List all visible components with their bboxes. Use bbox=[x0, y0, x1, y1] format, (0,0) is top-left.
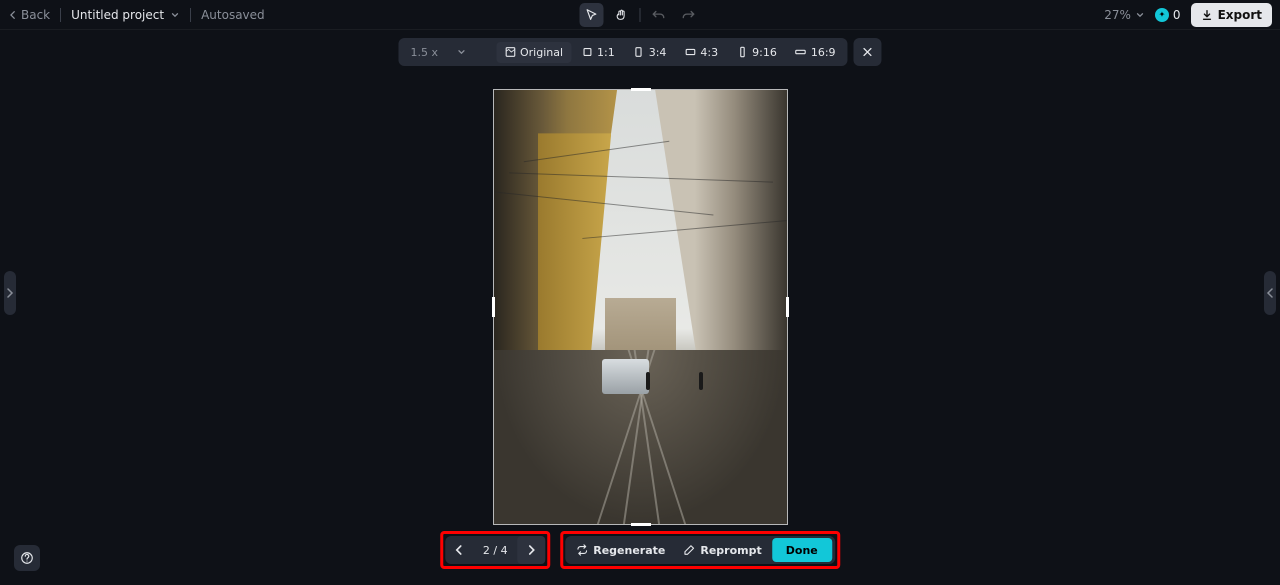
aspect-1-1[interactable]: 1:1 bbox=[573, 42, 623, 63]
chevron-left-icon bbox=[453, 544, 465, 556]
reprompt-icon bbox=[683, 544, 695, 556]
highlight-actions: Regenerate Reprompt Done bbox=[560, 531, 840, 569]
regenerate-icon bbox=[576, 544, 588, 556]
chevron-left-icon bbox=[1266, 288, 1274, 298]
resize-handle-bottom[interactable] bbox=[631, 523, 651, 526]
undo-button[interactable] bbox=[647, 3, 671, 27]
back-button[interactable]: Back bbox=[8, 8, 50, 22]
variation-pager: 2 / 4 bbox=[445, 536, 545, 564]
portrait-icon bbox=[633, 46, 645, 58]
divider bbox=[60, 8, 61, 22]
export-button[interactable]: Export bbox=[1191, 3, 1272, 27]
aspect-label: 16:9 bbox=[811, 46, 836, 59]
hand-icon bbox=[615, 8, 629, 22]
aspect-original[interactable]: Original bbox=[496, 42, 571, 63]
top-bar-left: Back Untitled project Autosaved bbox=[8, 8, 265, 22]
aspect-label: 1:1 bbox=[597, 46, 615, 59]
expand-right-panel[interactable] bbox=[1264, 271, 1276, 315]
landscape-icon bbox=[684, 46, 696, 58]
help-button[interactable] bbox=[14, 545, 40, 571]
regenerate-button[interactable]: Regenerate bbox=[568, 538, 673, 562]
aspect-label: 3:4 bbox=[649, 46, 667, 59]
chevron-left-icon bbox=[8, 10, 18, 20]
aspect-4-3[interactable]: 4:3 bbox=[676, 42, 726, 63]
close-aspect-button[interactable] bbox=[854, 38, 882, 66]
hand-tool-button[interactable] bbox=[610, 3, 634, 27]
zoom-dropdown[interactable]: 27% bbox=[1104, 8, 1145, 22]
redo-button[interactable] bbox=[677, 3, 701, 27]
resize-handle-right[interactable] bbox=[786, 297, 789, 317]
redo-icon bbox=[682, 8, 696, 22]
chevron-right-icon bbox=[6, 288, 14, 298]
generated-image bbox=[494, 90, 787, 524]
top-bar-right: 27% ✦ 0 Export bbox=[1104, 3, 1272, 27]
done-label: Done bbox=[786, 544, 818, 557]
chevron-down-icon bbox=[456, 47, 466, 57]
back-label: Back bbox=[21, 8, 50, 22]
aspect-toolbar: 1.5 x Original 1:1 3:4 4:3 9:16 16:9 bbox=[398, 38, 881, 66]
chevron-down-icon bbox=[170, 10, 180, 20]
resize-handle-top[interactable] bbox=[631, 88, 651, 91]
credits-button[interactable]: ✦ 0 bbox=[1155, 8, 1181, 22]
credits-icon: ✦ bbox=[1155, 8, 1169, 22]
autosave-status: Autosaved bbox=[201, 8, 265, 22]
reprompt-label: Reprompt bbox=[700, 544, 761, 557]
chevron-down-icon bbox=[1135, 10, 1145, 20]
export-label: Export bbox=[1218, 8, 1262, 22]
credits-value: 0 bbox=[1173, 8, 1181, 22]
top-bar-center bbox=[580, 3, 701, 27]
divider bbox=[640, 8, 641, 22]
zoom-value: 27% bbox=[1104, 8, 1131, 22]
canvas-image-frame[interactable] bbox=[493, 89, 788, 525]
done-button[interactable]: Done bbox=[772, 538, 832, 562]
regenerate-label: Regenerate bbox=[593, 544, 665, 557]
select-tool-button[interactable] bbox=[580, 3, 604, 27]
chevron-right-icon bbox=[525, 544, 537, 556]
project-title-dropdown[interactable]: Untitled project bbox=[71, 8, 180, 22]
wide-icon bbox=[795, 46, 807, 58]
cursor-icon bbox=[585, 8, 599, 22]
project-title: Untitled project bbox=[71, 8, 164, 22]
aspect-9-16[interactable]: 9:16 bbox=[728, 42, 785, 63]
pager-prev-button[interactable] bbox=[445, 536, 473, 564]
action-strip: Regenerate Reprompt Done bbox=[565, 536, 835, 564]
download-icon bbox=[1201, 9, 1213, 21]
undo-icon bbox=[652, 8, 666, 22]
close-icon bbox=[862, 46, 874, 58]
aspect-16-9[interactable]: 16:9 bbox=[787, 42, 844, 63]
divider bbox=[190, 8, 191, 22]
reprompt-button[interactable]: Reprompt bbox=[675, 538, 769, 562]
top-bar: Back Untitled project Autosaved 27% ✦ bbox=[0, 0, 1280, 30]
expand-left-panel[interactable] bbox=[4, 271, 16, 315]
scale-dropdown[interactable]: 1.5 x bbox=[402, 42, 494, 63]
help-icon bbox=[20, 551, 34, 565]
resize-handle-left[interactable] bbox=[492, 297, 495, 317]
aspect-group: 1.5 x Original 1:1 3:4 4:3 9:16 16:9 bbox=[398, 38, 847, 66]
aspect-3-4[interactable]: 3:4 bbox=[625, 42, 675, 63]
aspect-label: 9:16 bbox=[752, 46, 777, 59]
original-icon bbox=[504, 46, 516, 58]
square-icon bbox=[581, 46, 593, 58]
bottom-controls: 2 / 4 Regenerate Reprompt Done bbox=[440, 531, 840, 569]
pager-label: 2 / 4 bbox=[473, 544, 517, 557]
pager-next-button[interactable] bbox=[517, 536, 545, 564]
scale-label: 1.5 x bbox=[410, 46, 438, 59]
tall-icon bbox=[736, 46, 748, 58]
aspect-label: 4:3 bbox=[700, 46, 718, 59]
highlight-pager: 2 / 4 bbox=[440, 531, 550, 569]
aspect-label: Original bbox=[520, 46, 563, 59]
